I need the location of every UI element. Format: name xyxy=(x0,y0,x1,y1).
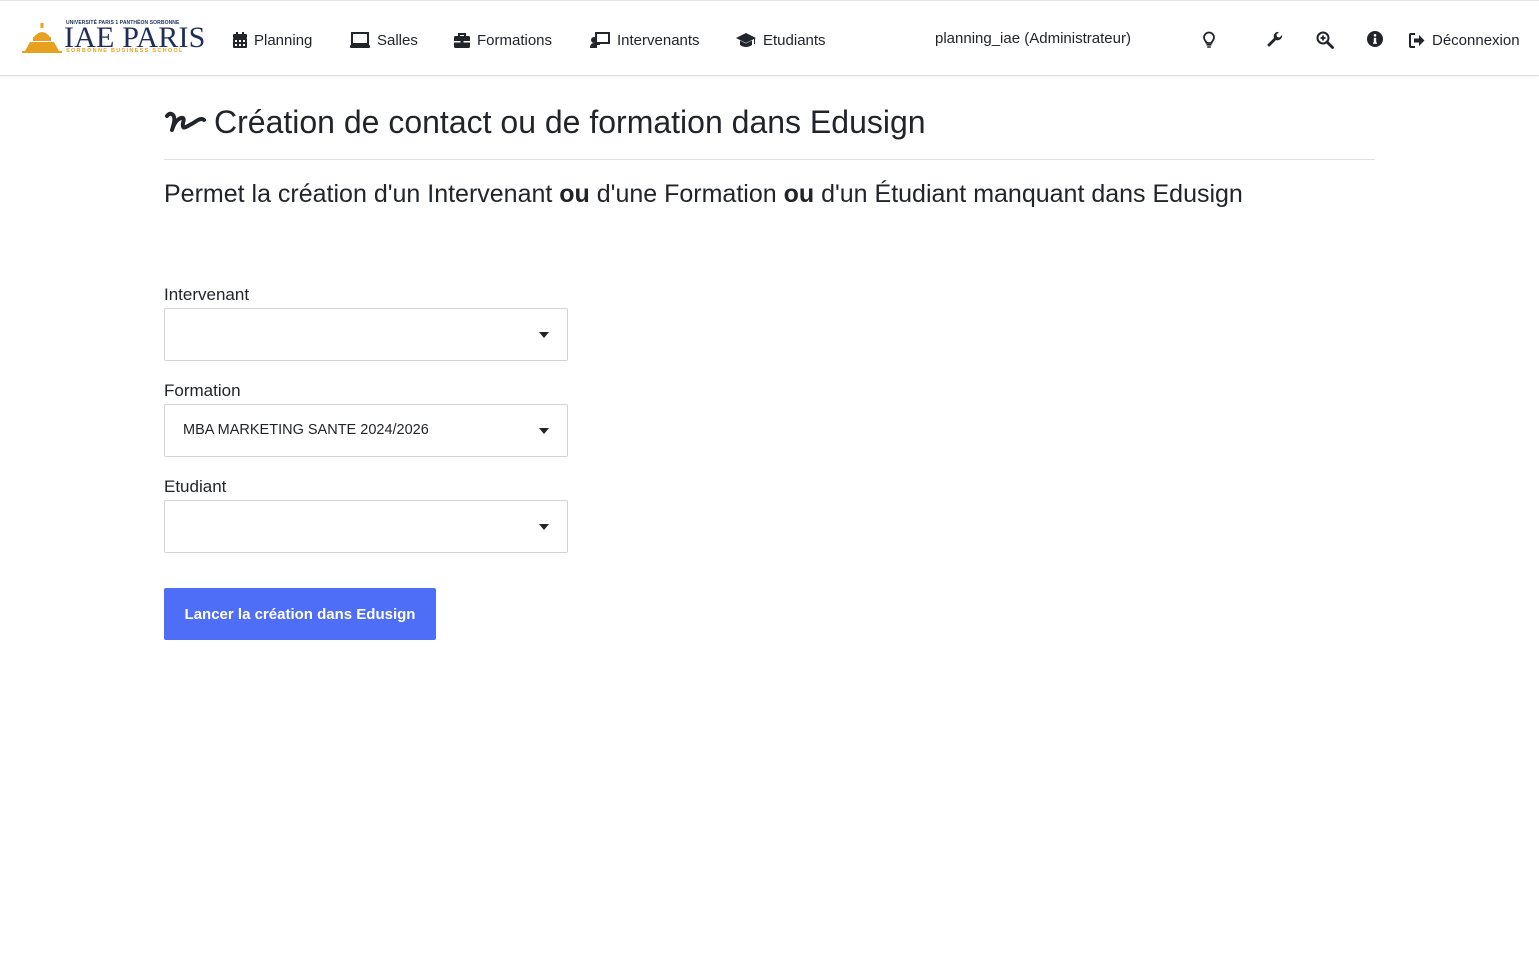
nav-salles-label: Salles xyxy=(377,31,418,49)
settings-button[interactable] xyxy=(1266,31,1284,49)
info-icon xyxy=(1367,31,1383,47)
logout-label: Déconnexion xyxy=(1432,31,1520,49)
wrench-icon xyxy=(1267,31,1283,47)
title-divider xyxy=(164,159,1375,160)
nav-etudiants-label: Etudiants xyxy=(763,31,826,49)
laptop-icon xyxy=(350,32,370,48)
caret-down-icon xyxy=(539,428,549,434)
sign-out-icon xyxy=(1409,32,1425,48)
subtitle-part: d'un Étudiant manquant dans Edusign xyxy=(814,180,1243,208)
page-subtitle: Permet la création d'un Intervenant ou d… xyxy=(164,180,1243,209)
nav-intervenants[interactable]: Intervenants xyxy=(590,29,700,51)
caret-down-icon xyxy=(539,332,549,338)
nav-intervenants-label: Intervenants xyxy=(617,31,700,49)
caret-down-icon xyxy=(539,524,549,530)
graduation-cap-icon xyxy=(736,32,756,47)
nav-formations-label: Formations xyxy=(477,31,553,49)
nav-formations[interactable]: Formations xyxy=(454,29,552,51)
etudiant-select[interactable] xyxy=(164,500,568,553)
etudiant-label: Etudiant xyxy=(164,477,227,496)
current-user-label: planning_iae (Administrateur) xyxy=(935,30,1131,47)
logo-tagline: SORBONNE BUSINESS SCHOOL xyxy=(66,48,184,54)
zoom-in-icon xyxy=(1316,31,1334,49)
logout-button[interactable]: Déconnexion xyxy=(1409,29,1520,51)
intervenant-label: Intervenant xyxy=(164,285,250,304)
nav-etudiants[interactable]: Etudiants xyxy=(736,29,826,51)
top-navbar: UNIVERSITÉ PARIS 1 PANTHÉON SORBONNE IAE… xyxy=(0,0,1539,76)
chalkboard-teacher-icon xyxy=(590,32,610,48)
lightbulb-icon xyxy=(1203,31,1215,48)
subtitle-emphasis: ou xyxy=(783,180,815,208)
subtitle-emphasis: ou xyxy=(559,180,590,208)
formation-select[interactable]: MBA MARKETING SANTE 2024/2026 xyxy=(164,404,568,457)
formation-select-value: MBA MARKETING SANTE 2024/2026 xyxy=(183,422,429,438)
launch-creation-button[interactable]: Lancer la création dans Edusign xyxy=(164,588,436,640)
info-button[interactable] xyxy=(1367,31,1385,49)
calendar-icon xyxy=(233,32,247,48)
intervenant-select[interactable] xyxy=(164,308,568,361)
briefcase-icon xyxy=(454,32,470,48)
lightbulb-button[interactable] xyxy=(1201,31,1219,49)
iae-paris-logo[interactable]: UNIVERSITÉ PARIS 1 PANTHÉON SORBONNE IAE… xyxy=(22,19,205,57)
page-title-text: Création de contact ou de formation dans… xyxy=(214,103,926,140)
nav-planning[interactable]: Planning xyxy=(233,29,312,51)
subtitle-part: Permet la création d'un Intervenant xyxy=(164,180,560,208)
nav-planning-label: Planning xyxy=(254,31,313,49)
zoom-button[interactable] xyxy=(1316,31,1334,49)
edusign-logo-icon xyxy=(165,111,206,132)
formation-label: Formation xyxy=(164,381,241,400)
nav-salles[interactable]: Salles xyxy=(350,29,418,51)
page-title: Création de contact ou de formation dans… xyxy=(164,100,926,144)
pantheon-dome-icon xyxy=(22,23,62,53)
subtitle-part: d'une Formation xyxy=(589,180,784,208)
